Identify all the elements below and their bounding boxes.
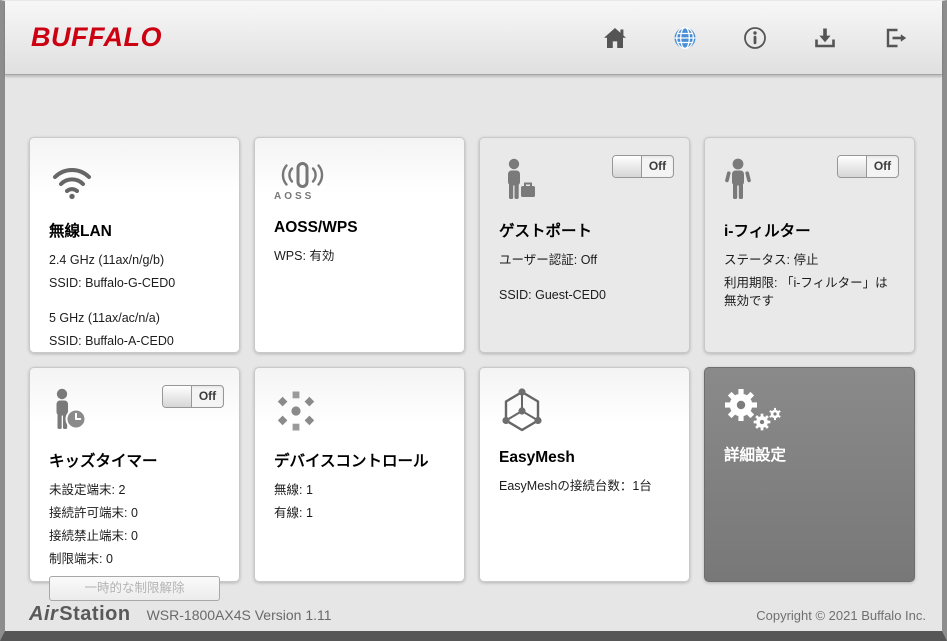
header-bar: BUFFALO [5, 1, 942, 75]
card-device-control[interactable]: デバイスコントロール 無線: 1 有線: 1 [254, 367, 465, 582]
aoss-icon: AOSS [274, 155, 445, 207]
info-icon[interactable] [742, 25, 768, 51]
card-aoss-wps[interactable]: AOSS AOSS/WPS WPS: 有効 [254, 137, 465, 353]
card-title-kids-timer: キッズタイマー [49, 453, 158, 470]
wireless-device-count: 無線: 1 [274, 483, 313, 497]
guest-ssid: SSID: Guest-CED0 [499, 288, 606, 303]
card-title-wireless-lan: 無線LAN [49, 223, 112, 240]
airstation-logo-station: Station [59, 603, 131, 625]
toggle-knob [838, 156, 867, 177]
easymesh-icon [499, 385, 670, 437]
blocked-devices-count: 接続禁止端末: 0 [49, 529, 138, 544]
card-easymesh[interactable]: EasyMesh EasyMeshの接続台数：1台 [479, 367, 690, 582]
card-title-device-control: デバイスコントロール [274, 453, 429, 470]
footer-bar: AirStation WSR-1800AX4S Version 1.11 Cop… [29, 603, 926, 626]
temporary-unrestrict-button[interactable]: 一時的な制限解除 [49, 575, 220, 601]
logout-icon[interactable] [882, 25, 908, 51]
device-control-icon [274, 385, 445, 437]
toggle-knob [613, 156, 642, 177]
buffalo-logo: BUFFALO [31, 22, 162, 52]
card-guest-port[interactable]: Off ゲストポート ユーザー認証: Off SSID: Guest-CED0 [479, 137, 690, 353]
ssid-24ghz: SSID: Buffalo-G-CED0 [49, 276, 176, 291]
toggle-label: Off [873, 159, 892, 173]
card-title-i-filter: i-フィルター [724, 223, 811, 240]
card-advanced-settings[interactable]: 詳細設定 [704, 367, 915, 582]
toggle-knob [163, 386, 192, 407]
card-title-aoss-wps: AOSS/WPS [274, 219, 358, 236]
toggle-label: Off [198, 389, 217, 403]
ssid-5ghz: SSID: Buffalo-A-CED0 [49, 334, 174, 349]
guest-auth-status: ユーザー認証: Off [499, 253, 598, 267]
card-title-easymesh: EasyMesh [499, 449, 575, 466]
i-filter-status: ステータス: 停止 [724, 253, 819, 267]
airstation-logo: AirStation [29, 603, 131, 626]
wifi-icon [49, 155, 220, 207]
band-24ghz-label: 2.4 GHz (11ax/n/g/b) [49, 253, 165, 267]
aoss-caption: AOSS [274, 190, 315, 202]
band-5ghz-label: 5 GHz (11ax/ac/n/a) [49, 311, 160, 326]
card-wireless-lan[interactable]: 無線LAN 2.4 GHz (11ax/n/g/b) SSID: Buffalo… [29, 137, 240, 353]
easymesh-device-count: EasyMeshの接続台数：1台 [499, 479, 652, 493]
copyright-text: Copyright © 2021 Buffalo Inc. [756, 608, 926, 623]
i-filter-expiry: 利用期限: 「i-フィルター」は無効です [724, 276, 888, 309]
download-icon[interactable] [812, 25, 838, 51]
allowed-devices-count: 接続許可端末: 0 [49, 506, 138, 521]
toggle-label: Off [648, 159, 667, 173]
wps-status: WPS: 有効 [274, 249, 335, 263]
card-title-guest-port: ゲストポート [499, 223, 593, 240]
card-i-filter[interactable]: Off i-フィルター ステータス: 停止 利用期限: 「i-フィルター」は無効… [704, 137, 915, 353]
card-title-advanced-settings: 詳細設定 [724, 447, 787, 464]
kids-timer-toggle[interactable]: Off [162, 385, 224, 408]
gears-icon [724, 385, 895, 437]
unset-devices-count: 未設定端末: 2 [49, 483, 126, 497]
card-kids-timer[interactable]: Off キッズタイマー 未設定端末: 2 接続許可端末: 0 接続禁止端末: 0… [29, 367, 240, 601]
router-admin-window: BUFFALO 無線LAN 2.4 GHz (11ax/n/g/b) SSID:… [0, 0, 947, 641]
dashboard-card-grid: 無線LAN 2.4 GHz (11ax/n/g/b) SSID: Buffalo… [29, 137, 915, 601]
guest-port-toggle[interactable]: Off [612, 155, 674, 178]
restricted-devices-count: 制限端末: 0 [49, 552, 113, 567]
model-version-text: WSR-1800AX4S Version 1.11 [146, 607, 332, 623]
header-nav [602, 25, 908, 51]
airstation-logo-air: Air [29, 603, 59, 625]
i-filter-toggle[interactable]: Off [837, 155, 899, 178]
wired-device-count: 有線: 1 [274, 506, 313, 521]
home-icon[interactable] [602, 25, 628, 51]
globe-icon[interactable] [672, 25, 698, 51]
